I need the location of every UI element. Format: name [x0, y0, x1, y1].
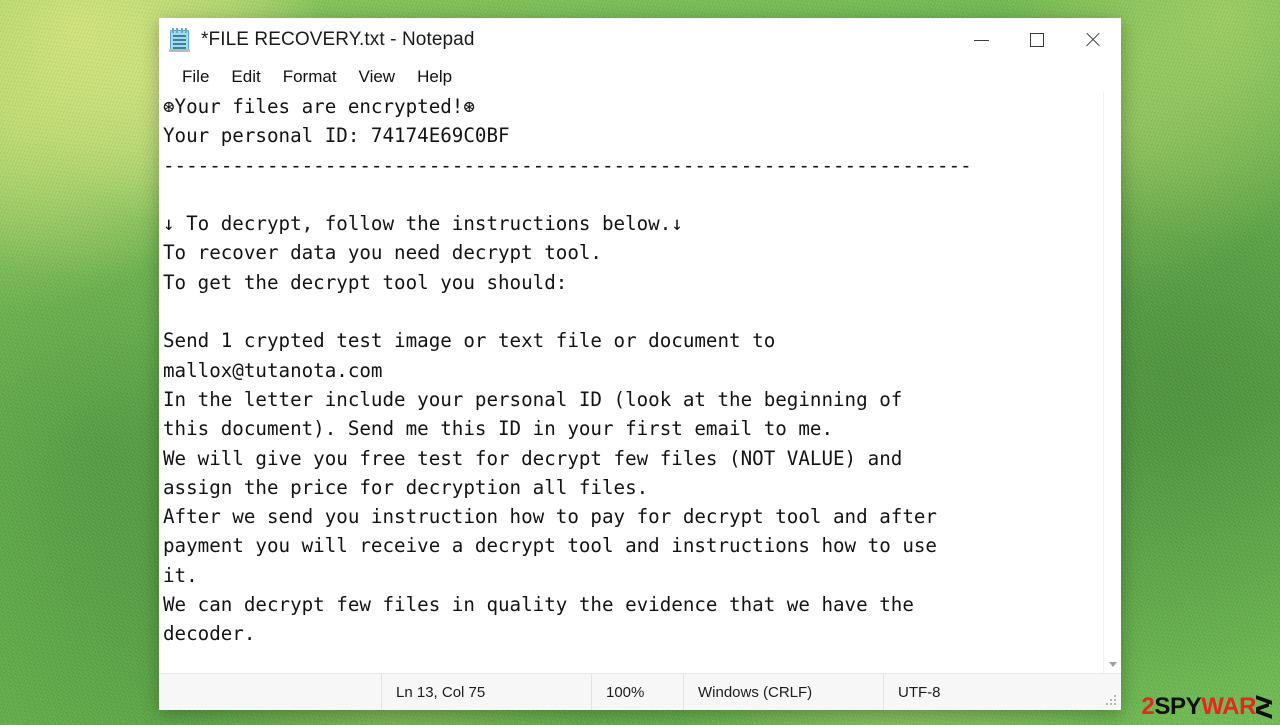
status-cursor-position: Ln 13, Col 75 — [381, 674, 591, 710]
text-editor[interactable]: ⊛Your files are encrypted!⊛ Your personal… — [159, 92, 1103, 673]
titlebar-left: *FILE RECOVERY.txt - Notepad — [159, 28, 953, 52]
editor-line: To get the decrypt tool you should: — [163, 270, 568, 294]
close-icon — [1084, 31, 1102, 49]
editor-line: ↓ To decrypt, follow the instructions be… — [163, 212, 683, 236]
editor-line: assign the price for decryption all file… — [163, 475, 649, 499]
editor-line: it. — [163, 563, 198, 587]
menu-item-edit[interactable]: Edit — [220, 65, 271, 89]
editor-line: In the letter include your personal ID (… — [163, 387, 903, 411]
status-encoding: UTF-8 — [883, 674, 1121, 710]
status-zoom-level[interactable]: 100% — [591, 674, 683, 710]
menubar: File Edit Format View Help — [159, 62, 1121, 92]
menu-item-file[interactable]: File — [171, 65, 220, 89]
scroll-down-arrow-icon[interactable] — [1104, 656, 1121, 673]
menu-item-view[interactable]: View — [348, 65, 407, 89]
maximize-icon — [1030, 33, 1044, 47]
statusbar: Ln 13, Col 75 100% Windows (CRLF) UTF-8 — [159, 673, 1121, 710]
status-line-ending: Windows (CRLF) — [683, 674, 883, 710]
resize-grip-icon[interactable] — [1106, 695, 1118, 707]
editor-line: After we send you instruction how to pay… — [163, 505, 937, 529]
editor-line: payment you will receive a decrypt tool … — [163, 534, 937, 558]
titlebar[interactable]: *FILE RECOVERY.txt - Notepad — [159, 18, 1121, 62]
editor-line: mallox@tutanota.com — [163, 358, 383, 382]
watermark-part-war: WAR — [1201, 693, 1256, 720]
watermark-part-2: 2 — [1141, 693, 1155, 720]
statusbar-spacer — [159, 674, 381, 710]
editor-line: Your personal ID: 74174E69C0BF — [163, 124, 510, 148]
editor-line: this document). Send me this ID in your … — [163, 417, 834, 441]
menu-item-format[interactable]: Format — [272, 65, 348, 89]
watermark-2spyware: 2 SPY WAR — [1141, 695, 1272, 719]
editor-line: decoder. — [163, 622, 256, 646]
watermark-part-spy: SPY — [1154, 693, 1202, 720]
editor-line: ----------------------------------------… — [163, 153, 972, 177]
notepad-window: *FILE RECOVERY.txt - Notepad File Edit F… — [159, 18, 1121, 710]
editor-line: ⊛Your files are encrypted!⊛ — [163, 95, 475, 118]
editor-line: We will give you free test for decrypt f… — [163, 446, 903, 470]
editor-line: To recover data you need decrypt tool. — [163, 241, 602, 265]
close-button[interactable] — [1065, 18, 1121, 62]
window-controls — [953, 18, 1121, 62]
minimize-button[interactable] — [953, 18, 1009, 62]
editor-line: We can decrypt few files in quality the … — [163, 593, 914, 617]
editor-line: Send 1 crypted test image or text file o… — [163, 329, 776, 353]
notepad-icon — [169, 28, 191, 52]
vertical-scrollbar[interactable] — [1103, 92, 1121, 673]
editor-area: ⊛Your files are encrypted!⊛ Your personal… — [159, 92, 1121, 673]
window-title: *FILE RECOVERY.txt - Notepad — [201, 29, 475, 50]
watermark-chevron-e-icon — [1256, 695, 1272, 719]
menu-item-help[interactable]: Help — [406, 65, 463, 89]
minimize-icon — [973, 39, 989, 41]
maximize-button[interactable] — [1009, 18, 1065, 62]
